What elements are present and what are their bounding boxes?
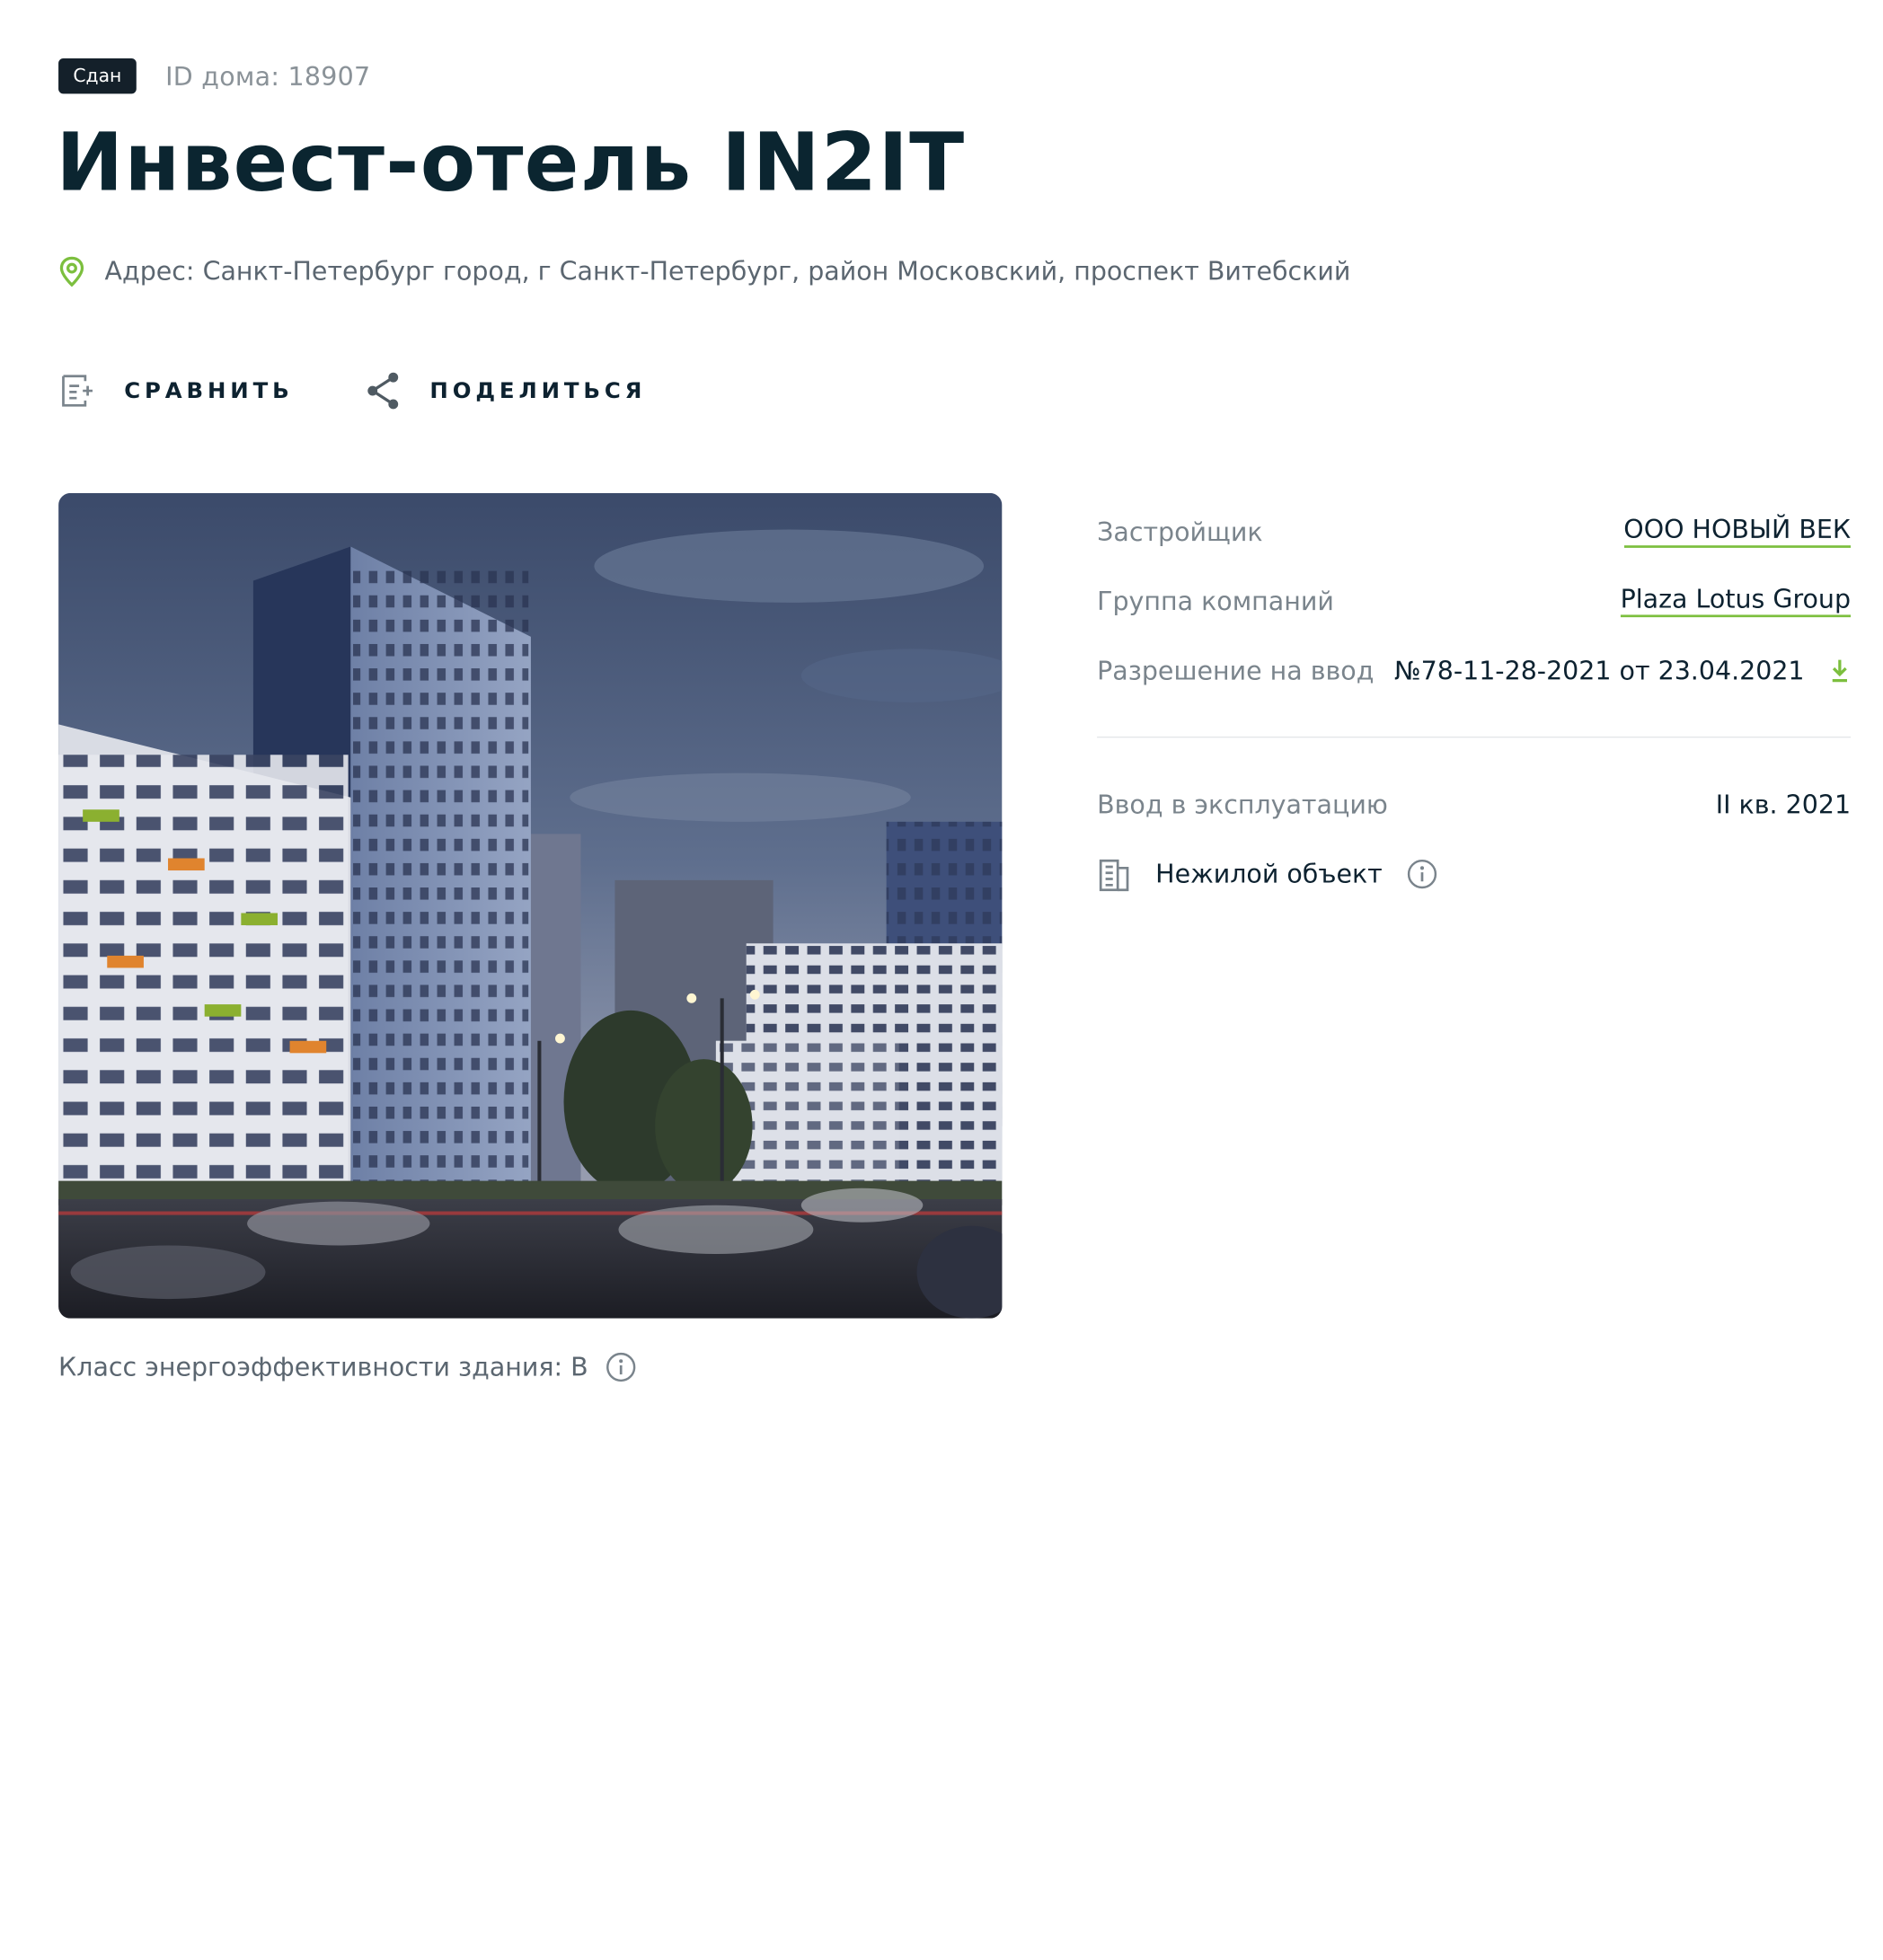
permit-value-group: №78-11-28-2021 от 23.04.2021 [1394, 655, 1851, 685]
commission-label: Ввод в эксплуатацию [1097, 789, 1388, 819]
building-photo[interactable] [58, 492, 1003, 1319]
location-pin-icon [58, 256, 85, 287]
info-icon[interactable] [606, 1351, 637, 1382]
address-text: Адрес: Санкт-Петербург город, г Санкт-Пе… [104, 256, 1351, 287]
group-link[interactable]: Plaza Lotus Group [1620, 585, 1852, 618]
share-icon [364, 370, 402, 411]
action-bar: СРАВНИТЬ ПОДЕЛИТЬСЯ [58, 370, 646, 411]
commission-row: Ввод в эксплуатацию II кв. 2021 [1097, 770, 1851, 839]
object-type-row: Нежилой объект [1097, 839, 1851, 908]
permit-label: Разрешение на ввод [1097, 655, 1375, 685]
info-icon[interactable] [1407, 858, 1438, 889]
building-icon [1097, 855, 1131, 892]
compare-button[interactable]: СРАВНИТЬ [58, 371, 294, 410]
page-title: Инвест-отель IN2IT [56, 115, 966, 210]
share-button[interactable]: ПОДЕЛИТЬСЯ [364, 370, 646, 411]
address-row: Адрес: Санкт-Петербург город, г Санкт-Пе… [58, 256, 1350, 287]
commission-value: II кв. 2021 [1715, 789, 1852, 819]
permit-value: №78-11-28-2021 от 23.04.2021 [1394, 655, 1805, 685]
object-type-text: Нежилой объект [1155, 859, 1383, 888]
energy-class-text: Класс энергоэффективности здания: B [58, 1352, 588, 1382]
share-label: ПОДЕЛИТЬСЯ [429, 377, 647, 404]
developer-link[interactable]: ООО НОВЫЙ ВЕК [1623, 515, 1852, 548]
status-row: Сдан ID дома: 18907 [58, 58, 371, 94]
compare-label: СРАВНИТЬ [124, 377, 294, 404]
group-row: Группа компаний Plaza Lotus Group [1097, 566, 1852, 635]
compare-list-icon [58, 371, 97, 410]
download-icon[interactable] [1829, 657, 1851, 684]
object-page: Сдан ID дома: 18907 Инвест-отель IN2IT А… [0, 0, 1883, 1960]
permit-row: Разрешение на ввод №78-11-28-2021 от 23.… [1097, 635, 1851, 704]
developer-label: Застройщик [1097, 516, 1263, 546]
energy-class-row: Класс энергоэффективности здания: B [58, 1351, 637, 1382]
group-label: Группа компаний [1097, 586, 1334, 616]
developer-row: Застройщик ООО НОВЫЙ ВЕК [1097, 497, 1852, 566]
house-id: ID дома: 18907 [165, 61, 371, 91]
status-badge: Сдан [58, 58, 137, 94]
details-panel: Застройщик ООО НОВЫЙ ВЕК Группа компаний… [1097, 497, 1852, 908]
